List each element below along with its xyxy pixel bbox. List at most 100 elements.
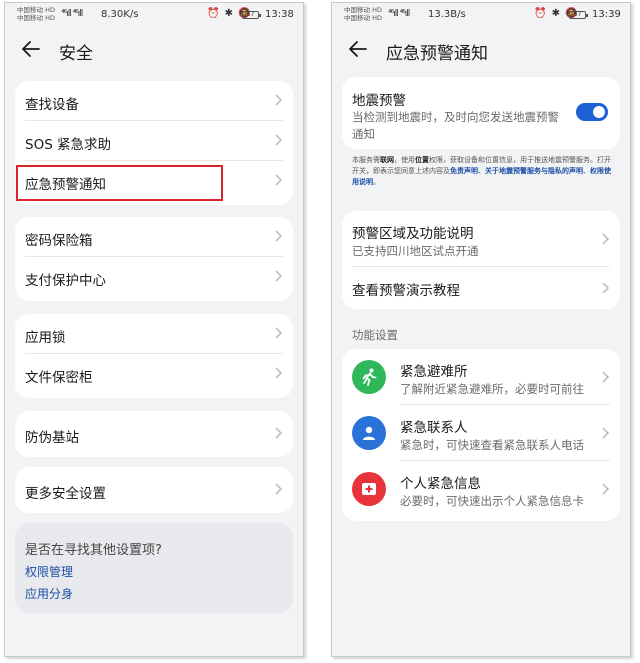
feature-title: 个人紧急信息 — [400, 476, 481, 492]
chevron-right-icon — [275, 367, 283, 379]
alert-info-card: 预警区域及功能说明 已支持四川地区试点开通 查看预警演示教程 — [342, 211, 620, 309]
earthquake-alert-title: 地震预警 — [352, 93, 406, 109]
notice-text: ，使用 — [394, 156, 415, 164]
menu-item-demo-tutorial[interactable]: 查看预警演示教程 — [342, 267, 620, 309]
menu-item-sublabel: 已支持四川地区试点开通 — [352, 244, 479, 258]
chevron-right-icon — [602, 483, 610, 495]
menu-item-label: 更多安全设置 — [25, 486, 106, 502]
menu-item-label: 预警区域及功能说明 — [352, 226, 474, 242]
menu-item-emergency-alert[interactable]: 应急预警通知 — [15, 161, 293, 201]
chevron-right-icon — [275, 134, 283, 146]
feature-desc: 必要时，可快速出示个人紧急信息卡 — [400, 494, 584, 508]
network-speed: 13.3B/s — [428, 9, 466, 20]
carrier-label: 中国移动 HD — [344, 6, 382, 14]
menu-item-label: 密码保险箱 — [25, 233, 93, 249]
feature-personal-emergency-info[interactable]: 个人紧急信息 必要时，可快速出示个人紧急信息卡 — [342, 461, 620, 517]
chevron-right-icon — [602, 282, 610, 294]
menu-item-find-device[interactable]: 查找设备 — [15, 81, 293, 121]
link-app-twin[interactable]: 应用分身 — [25, 585, 73, 602]
menu-item-label: 查找设备 — [25, 97, 79, 113]
menu-item-file-safe[interactable]: 文件保密柜 — [15, 354, 293, 394]
notice-text: 、 — [478, 167, 485, 175]
notice-text: 、 — [583, 167, 590, 175]
chevron-right-icon — [275, 230, 283, 242]
chevron-right-icon — [602, 233, 610, 245]
chevron-right-icon — [275, 427, 283, 439]
menu-item-label: 支付保护中心 — [25, 273, 106, 289]
menu-item-label: 应急预警通知 — [25, 177, 106, 193]
menu-item-more-security[interactable]: 更多安全设置 — [15, 467, 293, 513]
clock: 13:38 — [265, 9, 294, 20]
chevron-right-icon — [275, 94, 283, 106]
chevron-right-icon — [275, 270, 283, 282]
back-arrow-icon[interactable] — [19, 37, 43, 61]
carrier-info: 中国移动 HD 中国移动 HD — [17, 6, 55, 22]
menu-item-sos[interactable]: SOS 紧急求助 — [15, 121, 293, 161]
earthquake-alert-card: 地震预警 当检测到地震时，及时向您发送地震预警通知 — [342, 77, 620, 149]
settings-group-find: 查找设备 SOS 紧急求助 应急预警通知 — [15, 81, 293, 205]
related-settings-question: 是否在寻找其他设置项? — [25, 543, 162, 558]
battery-icon: 67 — [569, 11, 588, 19]
settings-group-basestation: 防伪基站 — [15, 411, 293, 457]
chevron-right-icon — [275, 327, 283, 339]
medical-card-icon — [352, 472, 386, 506]
signal-icon: ⁴⁶ıll ⁴⁶ıll — [61, 9, 83, 19]
feature-shelter[interactable]: 紧急避难所 了解附近紧急避难所，必要时可前往 — [342, 349, 620, 405]
chevron-right-icon — [275, 174, 283, 186]
status-bar: 中国移动 HD 中国移动 HD ⁴⁶ıll ⁴⁶ıll 13.3B/s ⏰ ✱ … — [332, 3, 630, 27]
menu-item-password-vault[interactable]: 密码保险箱 — [15, 217, 293, 257]
disclaimer-link[interactable]: 免责声明 — [450, 167, 478, 175]
feature-title: 紧急联系人 — [400, 420, 468, 436]
page-header: 安全 — [5, 31, 303, 71]
back-arrow-icon[interactable] — [346, 37, 370, 61]
notice-bold: 联网 — [380, 156, 394, 164]
related-settings-card: 是否在寻找其他设置项? 权限管理 应用分身 — [15, 523, 293, 613]
menu-item-payment-protection[interactable]: 支付保护中心 — [15, 257, 293, 297]
emergency-alert-screen: 中国移动 HD 中国移动 HD ⁴⁶ıll ⁴⁶ıll 13.3B/s ⏰ ✱ … — [331, 2, 631, 657]
chevron-right-icon — [602, 371, 610, 383]
battery-icon: 67 — [242, 11, 261, 19]
page-title: 安全 — [59, 44, 93, 64]
toggle-knob — [593, 106, 605, 118]
menu-item-label: SOS 紧急求助 — [25, 137, 112, 153]
carrier-label: 中国移动 HD — [344, 14, 382, 22]
signal-icon: ⁴⁶ıll ⁴⁶ıll — [388, 9, 410, 19]
security-settings-screen: 中国移动 HD 中国移动 HD ⁴⁶ıll ⁴⁶ıll 8.30K/s ⏰ ✱ … — [4, 2, 304, 657]
settings-group-vault: 密码保险箱 支付保护中心 — [15, 217, 293, 301]
carrier-info: 中国移动 HD 中国移动 HD — [344, 6, 382, 22]
settings-group-more: 更多安全设置 — [15, 467, 293, 513]
menu-item-label: 应用锁 — [25, 330, 66, 346]
settings-group-lock: 应用锁 文件保密柜 — [15, 314, 293, 398]
clock: 13:39 — [592, 9, 621, 20]
notice-text: 本服务需 — [352, 156, 380, 164]
carrier-label: 中国移动 HD — [17, 14, 55, 22]
service-notice: 本服务需联网，使用位置权限，获取设备和位置信息，用于推送地震预警服务。打开开关，… — [352, 155, 616, 188]
menu-item-label: 防伪基站 — [25, 430, 79, 446]
feature-desc: 紧急时，可快速查看紧急联系人电话 — [400, 438, 584, 452]
status-bar: 中国移动 HD 中国移动 HD ⁴⁶ıll ⁴⁶ıll 8.30K/s ⏰ ✱ … — [5, 3, 303, 27]
earthquake-alert-toggle[interactable] — [576, 103, 608, 121]
earthquake-alert-desc: 当检测到地震时，及时向您发送地震预警通知 — [352, 110, 559, 141]
chevron-right-icon — [602, 427, 610, 439]
menu-item-fake-basestation[interactable]: 防伪基站 — [15, 411, 293, 457]
notice-bold: 位置 — [415, 156, 429, 164]
network-speed: 8.30K/s — [101, 9, 139, 20]
feature-emergency-contacts[interactable]: 紧急联系人 紧急时，可快速查看紧急联系人电话 — [342, 405, 620, 461]
link-permission-management[interactable]: 权限管理 — [25, 563, 73, 580]
chevron-right-icon — [275, 483, 283, 495]
privacy-statement-link[interactable]: 关于地震预警服务与隐私的声明 — [485, 167, 583, 175]
feature-title: 紧急避难所 — [400, 364, 468, 380]
contact-person-icon — [352, 416, 386, 450]
menu-item-alert-region[interactable]: 预警区域及功能说明 已支持四川地区试点开通 — [342, 211, 620, 267]
menu-item-app-lock[interactable]: 应用锁 — [15, 314, 293, 354]
section-label: 功能设置 — [352, 328, 398, 342]
menu-item-label: 查看预警演示教程 — [352, 283, 460, 299]
page-title: 应急预警通知 — [386, 44, 488, 64]
feature-settings-card: 紧急避难所 了解附近紧急避难所，必要时可前往 紧急联系人 紧急时，可快速查看紧急… — [342, 349, 620, 521]
running-person-icon — [352, 360, 386, 394]
carrier-label: 中国移动 HD — [17, 6, 55, 14]
menu-item-label: 文件保密柜 — [25, 370, 93, 386]
notice-text: 。 — [373, 178, 380, 186]
feature-desc: 了解附近紧急避难所，必要时可前往 — [400, 382, 584, 396]
page-header: 应急预警通知 — [332, 31, 630, 71]
